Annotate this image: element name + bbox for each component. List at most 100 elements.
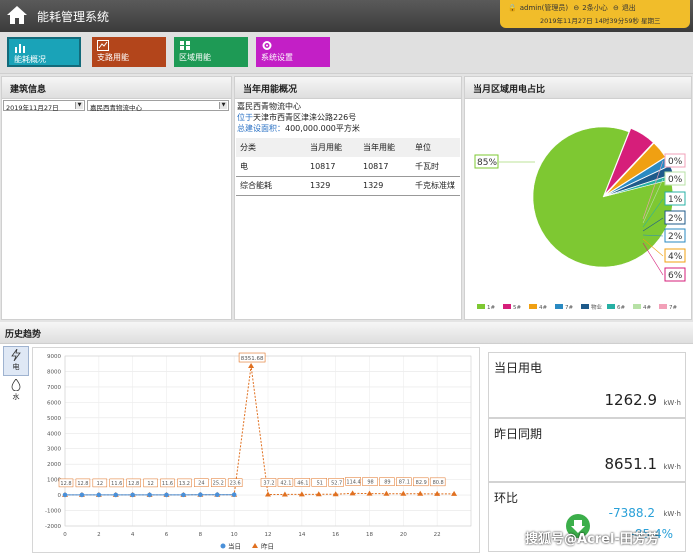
kpi-title: 当日用电 xyxy=(494,361,543,375)
data-label: 114.4 xyxy=(346,479,360,485)
x-tick-label: 14 xyxy=(298,532,305,538)
nav-label: 区域用能 xyxy=(179,53,211,62)
table-cell: 10817 xyxy=(359,157,411,177)
table-cell: 电 xyxy=(236,157,306,177)
chart-icon xyxy=(15,44,25,53)
x-tick-label: 22 xyxy=(434,532,441,538)
grid-icon xyxy=(180,41,190,50)
x-tick-label: 10 xyxy=(231,532,238,538)
slice-label: 0% xyxy=(668,175,683,185)
legend-swatch xyxy=(477,304,485,309)
table-cell: 1329 xyxy=(306,176,359,196)
tab-label: 水 xyxy=(12,393,20,401)
history-panel: 历史趋势 电 水 -2000 -1000 0 1000 2000 3000 4000 5000… xyxy=(0,322,693,554)
legend-marker-today xyxy=(220,543,226,549)
data-label: 25.2 xyxy=(213,481,224,487)
legend-swatch xyxy=(581,304,589,309)
slice-label: 4% xyxy=(668,252,683,262)
site-location: 位于天津市西青区津涞公路226号 xyxy=(237,112,356,123)
site-select[interactable]: 嘉民西青物流中心 ▼ xyxy=(87,100,229,112)
table-row: 综合能耗 1329 1329 千克标准煤 xyxy=(236,176,460,196)
data-label: 51 xyxy=(317,480,323,486)
data-point-yesterday xyxy=(298,491,305,497)
nav-label: 支路用能 xyxy=(97,53,129,62)
table-cell: 10817 xyxy=(306,157,359,177)
nav-energy-overview[interactable]: 能耗概况 xyxy=(7,37,81,67)
nav-bar: 能耗概况 支路用能 区域用能 系统设置 xyxy=(0,32,693,74)
trend-line-chart: -2000-1000010002000300040005000600070008… xyxy=(32,347,480,553)
x-tick-label: 16 xyxy=(332,532,339,538)
data-label: 52.7 xyxy=(331,480,342,486)
y-tick-label: 6000 xyxy=(47,400,61,406)
x-tick-label: 0 xyxy=(63,532,67,538)
kpi-unit: kW·h xyxy=(663,399,681,407)
logout-icon: ⊖ xyxy=(612,4,619,12)
data-point-today xyxy=(181,492,186,498)
data-label: 24 xyxy=(198,481,204,487)
data-label: 11.6 xyxy=(111,481,122,487)
legend-swatch xyxy=(555,304,563,309)
legend-label: 5# xyxy=(513,305,521,311)
legend-marker-yesterday xyxy=(252,543,258,548)
message-link[interactable]: 2条小心 xyxy=(582,4,607,12)
message-icon: ⊖ xyxy=(573,4,580,12)
top-bar: 能耗管理系统 🔒 admin(管理员) ⊖ 2条小心 ⊖ 退出 2019年11月27日… xyxy=(0,0,693,32)
y-tick-label: -2000 xyxy=(45,524,61,530)
data-label: 11.6 xyxy=(162,481,173,487)
legend-label: 1# xyxy=(487,305,495,311)
datetime: 2019年11月27日 14时39分59秒 星期三 xyxy=(540,17,661,25)
data-point-today xyxy=(130,492,135,498)
tab-label: 电 xyxy=(12,363,20,371)
panel-title: 历史趋势 xyxy=(0,322,693,344)
table-cell: 1329 xyxy=(359,176,411,196)
data-point-today xyxy=(62,492,68,498)
data-point-today xyxy=(164,492,169,498)
legend-label: 当日 xyxy=(228,542,241,551)
data-label: 23.6 xyxy=(230,481,241,487)
y-tick-label: 7000 xyxy=(47,385,61,391)
series-line-yesterday xyxy=(65,365,455,496)
nav-system-settings[interactable]: 系统设置 xyxy=(256,37,330,67)
x-tick-label: 12 xyxy=(265,532,272,538)
kpi-title: 环比 xyxy=(494,491,519,505)
x-tick-label: 4 xyxy=(131,532,135,538)
kpi-unit: kW·h xyxy=(663,510,681,518)
y-tick-label: 3000 xyxy=(47,447,61,453)
energy-table: 分类 当月用能 当年用能 单位 电 10817 10817 千瓦时 综合能耗 1… xyxy=(236,138,460,196)
slice-label: 1% xyxy=(668,195,683,205)
kpi-unit: kW·h xyxy=(663,463,681,471)
panel-title: 当月区域用电占比 xyxy=(465,77,691,99)
tab-electricity[interactable]: 电 xyxy=(3,346,29,376)
legend-swatch xyxy=(659,304,667,309)
data-label: 12.8 xyxy=(77,481,88,487)
data-label: 12.8 xyxy=(128,481,139,487)
area-value: 400,000.000平方米 xyxy=(285,124,360,133)
nav-area-energy[interactable]: 区域用能 xyxy=(174,37,248,67)
data-point-today xyxy=(147,492,152,498)
legend-swatch xyxy=(607,304,615,309)
slice-label: 85% xyxy=(477,158,497,168)
data-point-today xyxy=(214,492,220,498)
legend-label: 7# xyxy=(669,305,677,311)
data-label: 89 xyxy=(384,480,390,486)
y-tick-label: 2000 xyxy=(47,462,61,468)
data-label: 13.2 xyxy=(179,481,190,487)
pie-chart: 85% 0% 0% 1% 2% 2% 4% 6% 1# 5# 4# 7# 物业 6# 4# 7# xyxy=(474,126,686,311)
data-point-today xyxy=(79,492,85,498)
logout-link[interactable]: 退出 xyxy=(622,4,636,12)
data-label: 82.9 xyxy=(416,480,427,486)
legend-label: 物业 xyxy=(591,303,603,311)
data-label: 98 xyxy=(367,480,373,486)
lightning-icon xyxy=(11,349,21,361)
y-tick-label: 5000 xyxy=(47,416,61,422)
lock-icon: 🔒 xyxy=(508,4,517,12)
data-point-yesterday xyxy=(349,490,356,496)
area-label: 总建设面积： xyxy=(237,124,285,133)
y-tick-label: -1000 xyxy=(45,509,61,515)
nav-branch-energy[interactable]: 支路用能 xyxy=(92,37,166,67)
date-select[interactable]: 2019年11月27日 ▼ xyxy=(3,100,85,112)
user-name[interactable]: admin(管理员) xyxy=(520,4,568,12)
tab-water[interactable]: 水 xyxy=(3,377,29,407)
building-panel: 建筑信息 xyxy=(1,76,232,320)
home-icon[interactable] xyxy=(6,5,28,25)
